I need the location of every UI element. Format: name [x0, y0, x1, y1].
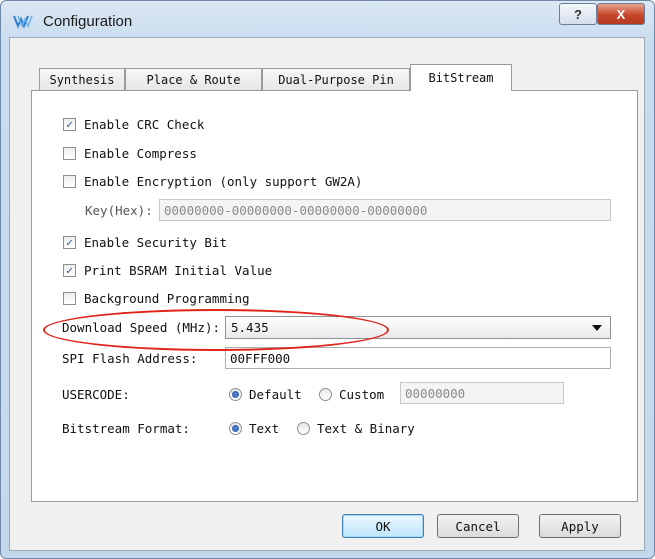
download-speed-row: Download Speed (MHz): [62, 320, 220, 335]
format-text-radio[interactable] [229, 422, 242, 435]
background-label: Background Programming [84, 291, 250, 306]
configuration-dialog: Configuration ? X Synthesis Place & Rout… [0, 0, 655, 559]
key-row: Key(Hex): [85, 203, 153, 218]
compress-label: Enable Compress [84, 146, 197, 161]
format-binary-radio[interactable] [297, 422, 310, 435]
bitstream-format-label: Bitstream Format: [62, 421, 190, 436]
compress-checkbox[interactable] [63, 147, 76, 160]
background-option[interactable]: Background Programming [63, 291, 250, 306]
ok-button[interactable]: OK [342, 514, 424, 538]
security-option[interactable]: ✓ Enable Security Bit [63, 235, 227, 250]
window-title: Configuration [43, 13, 133, 30]
bsram-option[interactable]: ✓ Print BSRAM Initial Value [63, 263, 272, 278]
format-text-option[interactable]: Text [229, 421, 279, 436]
usercode-custom-input[interactable]: 00000000 [400, 382, 564, 404]
dropdown-arrow-icon[interactable] [592, 325, 602, 331]
crc-label: Enable CRC Check [84, 117, 205, 132]
spi-flash-row: SPI Flash Address: [62, 351, 197, 366]
spi-flash-label: SPI Flash Address: [62, 351, 198, 366]
apply-button[interactable]: Apply [539, 514, 621, 538]
usercode-row: USERCODE: [62, 387, 130, 402]
crc-option[interactable]: ✓ Enable CRC Check [63, 117, 204, 132]
tab-dual-purpose-pin[interactable]: Dual-Purpose Pin [262, 68, 410, 90]
usercode-default-label: Default [249, 387, 302, 402]
help-button[interactable]: ? [559, 3, 597, 25]
cancel-button[interactable]: Cancel [437, 514, 519, 538]
title-bar[interactable]: Configuration ? X [1, 1, 654, 37]
bitstream-format-row: Bitstream Format: [62, 421, 190, 436]
bsram-checkbox[interactable]: ✓ [63, 264, 76, 277]
format-text-label: Text [249, 421, 280, 436]
key-input[interactable]: 00000000-00000000-00000000-00000000 [159, 199, 611, 221]
format-binary-option[interactable]: Text & Binary [297, 421, 415, 436]
encryption-option[interactable]: Enable Encryption (only support GW2A) [63, 174, 362, 189]
usercode-custom-label: Custom [339, 387, 385, 402]
tab-synthesis[interactable]: Synthesis [39, 68, 125, 90]
usercode-custom-radio[interactable] [319, 388, 332, 401]
key-label: Key(Hex): [85, 203, 153, 218]
crc-checkbox[interactable]: ✓ [63, 118, 76, 131]
usercode-default-radio[interactable] [229, 388, 242, 401]
app-logo-icon [13, 15, 33, 29]
spi-flash-input[interactable]: 00FFF000 [225, 347, 611, 369]
download-speed-label: Download Speed (MHz): [62, 320, 221, 335]
format-binary-label: Text & Binary [317, 421, 415, 436]
download-speed-value: 5.435 [231, 320, 269, 335]
usercode-default-option[interactable]: Default [229, 387, 302, 402]
bsram-label: Print BSRAM Initial Value [84, 263, 273, 278]
encryption-label: Enable Encryption (only support GW2A) [84, 174, 363, 189]
encryption-checkbox[interactable] [63, 175, 76, 188]
tab-bitstream[interactable]: BitStream [410, 64, 512, 91]
tab-place-route[interactable]: Place & Route [125, 68, 262, 90]
security-checkbox[interactable]: ✓ [63, 236, 76, 249]
security-label: Enable Security Bit [84, 235, 227, 250]
usercode-label: USERCODE: [62, 387, 130, 402]
compress-option[interactable]: Enable Compress [63, 146, 197, 161]
close-button[interactable]: X [597, 3, 645, 25]
background-checkbox[interactable] [63, 292, 76, 305]
usercode-custom-option[interactable]: Custom [319, 387, 384, 402]
download-speed-select[interactable]: 5.435 [225, 316, 611, 339]
